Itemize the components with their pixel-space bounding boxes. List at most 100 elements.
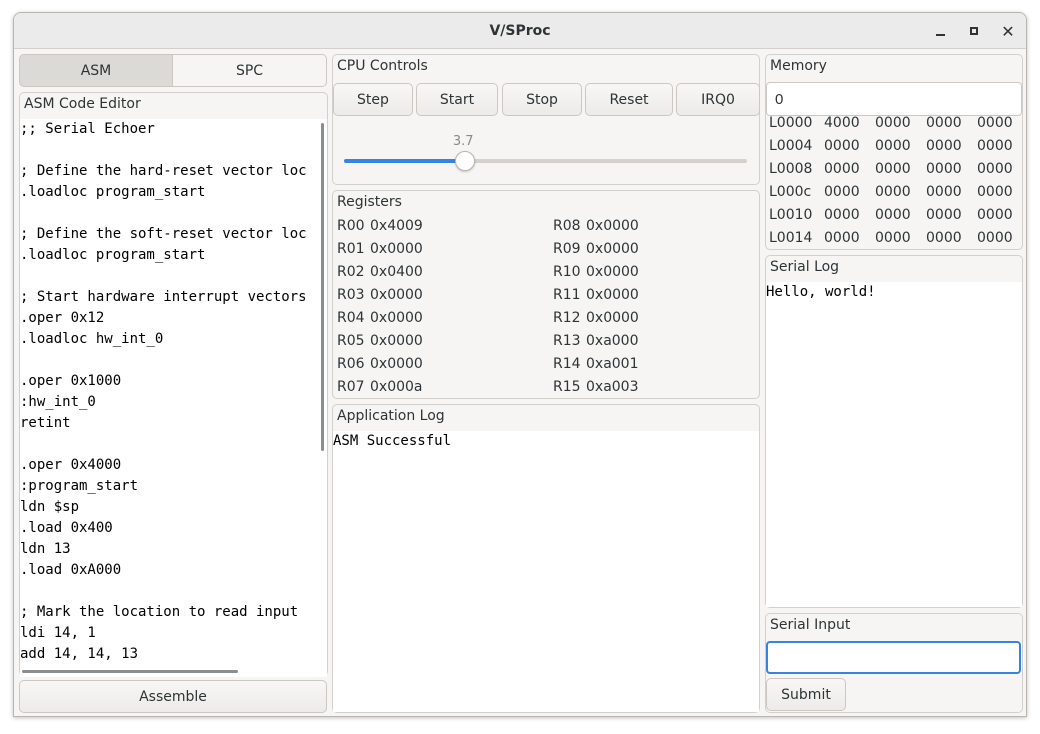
register-name: R03 [337, 287, 365, 303]
memory-cell[interactable]: 0000 [824, 138, 860, 154]
memory-cell[interactable]: 0000 [824, 230, 860, 246]
title-bar[interactable]: V/SProc ✕ [14, 13, 1026, 49]
memory-cell[interactable]: 0000 [926, 115, 962, 131]
code-line: add 14, 14, 13 [20, 646, 139, 662]
code-line: ldn 13 [20, 541, 71, 557]
register-value: 0x0400 [370, 264, 423, 280]
close-button[interactable]: ✕ [996, 19, 1020, 43]
memory-cell[interactable]: 0000 [977, 184, 1013, 200]
memory-cell[interactable]: 0000 [977, 230, 1013, 246]
register-value: 0x0000 [586, 287, 639, 303]
serial-log-label: Serial Log [770, 259, 840, 275]
memory-cell[interactable]: 0000 [824, 161, 860, 177]
reset-label: Reset [609, 91, 649, 108]
register-name: R09 [553, 241, 581, 257]
register-name: R07 [337, 379, 365, 395]
register-name: R01 [337, 241, 365, 257]
memory-cell[interactable]: 0000 [824, 207, 860, 223]
register-value: 0x0000 [586, 310, 639, 326]
memory-cell[interactable]: 0000 [926, 138, 962, 154]
memory-cell[interactable]: 0000 [875, 184, 911, 200]
register-name: R15 [553, 379, 581, 395]
speed-slider-handle[interactable] [454, 151, 475, 171]
irq0-button[interactable]: IRQ0 [676, 83, 760, 116]
cpu-controls-label: CPU Controls [337, 58, 428, 74]
memory-cell[interactable]: 0000 [926, 161, 962, 177]
register-name: R04 [337, 310, 365, 326]
memory-cell[interactable]: 0000 [875, 161, 911, 177]
speed-slider[interactable] [344, 159, 747, 163]
maximize-icon [970, 27, 978, 35]
memory-cell[interactable]: 4000 [824, 115, 860, 131]
app-log-label: Application Log [337, 408, 445, 424]
registers-label: Registers [337, 194, 402, 210]
assemble-button[interactable]: Assemble [19, 680, 327, 713]
serial-input-label: Serial Input [770, 617, 851, 633]
serial-input-field[interactable] [766, 641, 1021, 674]
memory-address: L0014 [769, 230, 813, 246]
memory-address: L0008 [769, 161, 813, 177]
code-line: .loadloc program_start [20, 247, 206, 263]
memory-cell[interactable]: 0000 [977, 138, 1013, 154]
memory-cell[interactable]: 0000 [926, 230, 962, 246]
register-name: R12 [553, 310, 581, 326]
register-value: 0x0000 [370, 356, 423, 372]
minimize-button[interactable] [928, 19, 952, 43]
start-button[interactable]: Start [416, 83, 498, 116]
start-label: Start [439, 91, 475, 108]
code-line: .oper 0x1000 [20, 373, 122, 389]
code-line: .loadloc program_start [20, 184, 206, 200]
register-name: R14 [553, 356, 581, 372]
tab-asm-label: ASM [80, 62, 112, 79]
app-log-text: ASM Successful [333, 433, 452, 449]
memory-cell[interactable]: 0000 [875, 138, 911, 154]
code-line: :hw_int_0 [20, 394, 96, 410]
register-value: 0xa000 [586, 333, 639, 349]
register-value: 0x000a [370, 379, 423, 395]
reset-button[interactable]: Reset [585, 83, 673, 116]
step-label: Step [357, 91, 389, 108]
speed-slider-fill [344, 159, 465, 163]
maximize-button[interactable] [962, 19, 986, 43]
stop-button[interactable]: Stop [502, 83, 582, 116]
code-line: :program_start [20, 478, 139, 494]
register-value: 0x0000 [370, 333, 423, 349]
code-line: ldi 14, 1 [20, 625, 96, 641]
memory-cell[interactable]: 0000 [875, 207, 911, 223]
close-icon: ✕ [1001, 21, 1015, 41]
minimize-icon [935, 34, 945, 36]
step-button[interactable]: Step [333, 83, 413, 116]
serial-log-text: Hello, world! [766, 284, 876, 300]
memory-address: L0004 [769, 138, 813, 154]
editor-horizontal-scrollbar[interactable] [22, 670, 238, 673]
asm-code-editor[interactable]: ;; Serial Echoer ; Define the hard-reset … [20, 119, 327, 677]
register-name: R08 [553, 218, 581, 234]
register-name: R11 [553, 287, 581, 303]
memory-cell[interactable]: 0000 [977, 115, 1013, 131]
tab-spc[interactable]: SPC [172, 54, 327, 87]
memory-cell[interactable]: 0000 [875, 230, 911, 246]
memory-cell[interactable]: 0000 [926, 184, 962, 200]
memory-cell[interactable]: 0000 [875, 115, 911, 131]
editor-vertical-scrollbar[interactable] [321, 123, 324, 451]
register-value: 0xa003 [586, 379, 639, 395]
tab-asm[interactable]: ASM [19, 54, 173, 87]
register-name: R02 [337, 264, 365, 280]
memory-cell[interactable]: 0000 [824, 184, 860, 200]
submit-button[interactable]: Submit [766, 678, 846, 711]
memory-cell[interactable]: 0000 [977, 161, 1013, 177]
memory-cell[interactable]: 0000 [926, 207, 962, 223]
memory-cell[interactable]: 0000 [977, 207, 1013, 223]
register-value: 0x0000 [370, 241, 423, 257]
app-log-text-area[interactable]: ASM Successful [333, 431, 759, 712]
memory-address-input[interactable] [766, 82, 1022, 116]
serial-log-text-area[interactable]: Hello, world! [766, 282, 1022, 607]
code-line: ; Define the hard-reset vector loc [20, 163, 307, 179]
code-line: .oper 0x12 [20, 310, 105, 326]
register-value: 0x0000 [370, 287, 423, 303]
code-line: .load 0x400 [20, 520, 113, 536]
register-name: R10 [553, 264, 581, 280]
code-line: .load 0xA000 [20, 562, 122, 578]
